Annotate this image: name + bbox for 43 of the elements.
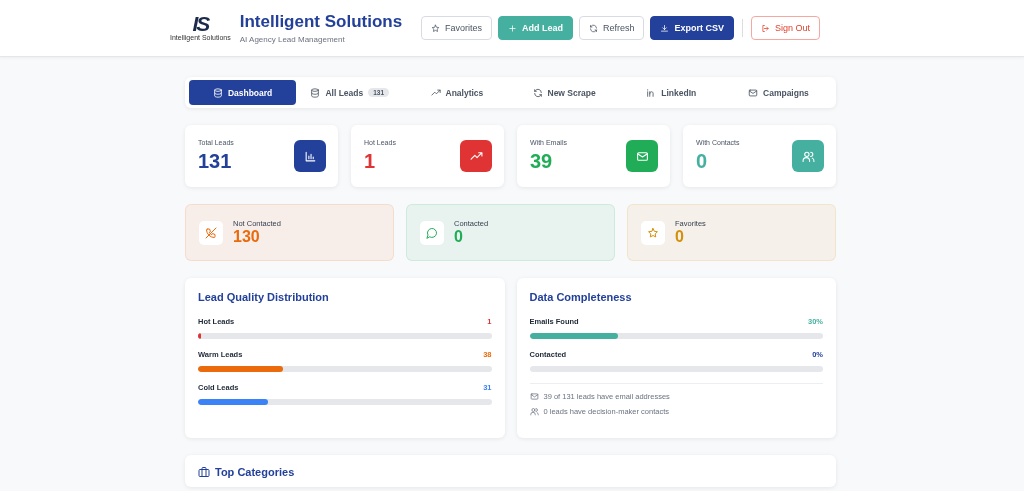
linkedin-icon [646, 87, 657, 98]
users-icon [801, 149, 815, 163]
download-icon [660, 23, 670, 33]
nav-tab[interactable]: Campaigns [724, 80, 833, 105]
nav-tab[interactable]: New Scrape [510, 80, 618, 105]
app-subtitle: AI Agency Lead Management [239, 35, 346, 44]
star-icon [430, 23, 440, 33]
bar-chart-icon [303, 149, 317, 163]
nav-tab[interactable]: Analytics [403, 80, 511, 105]
briefcase-icon [198, 466, 210, 478]
status-value: 130 [233, 228, 261, 246]
star-icon [647, 226, 659, 239]
trend-up-icon [469, 149, 483, 163]
app-title: Intelligent Solutions [239, 12, 403, 32]
status-value: 0 [454, 228, 464, 246]
logout-icon [760, 23, 770, 33]
refresh-icon [588, 23, 598, 33]
stat-value: 131 [198, 150, 233, 173]
database-icon [212, 87, 223, 98]
stat-value: 39 [530, 150, 554, 173]
header-button[interactable]: Export CSV [650, 16, 734, 40]
section-title: Top Categories [215, 466, 295, 478]
stat-value: 0 [696, 150, 709, 173]
logo-mark: IS [192, 14, 209, 34]
header-button[interactable]: Favorites [420, 16, 492, 40]
nav-tab[interactable]: Dashboard [189, 80, 297, 105]
trend-up-icon [430, 87, 441, 98]
stat-value: 1 [364, 150, 377, 173]
chat-bubble-icon [426, 226, 438, 239]
status-value: 0 [675, 228, 685, 246]
mail-icon [748, 87, 759, 98]
header-button[interactable]: Sign Out [750, 16, 820, 40]
database-icon [310, 87, 321, 98]
plus-icon [507, 23, 517, 33]
panel-title: Data Completeness [529, 291, 633, 303]
panel-title: Lead Quality Distribution [198, 291, 330, 303]
refresh-icon [532, 87, 543, 98]
nav-tab[interactable]: LinkedIn [617, 80, 725, 105]
mail-icon [635, 149, 649, 163]
mail-icon [529, 392, 539, 401]
users-icon [529, 407, 539, 416]
header-button[interactable]: Refresh [578, 16, 645, 40]
phone-off-icon [205, 226, 217, 239]
